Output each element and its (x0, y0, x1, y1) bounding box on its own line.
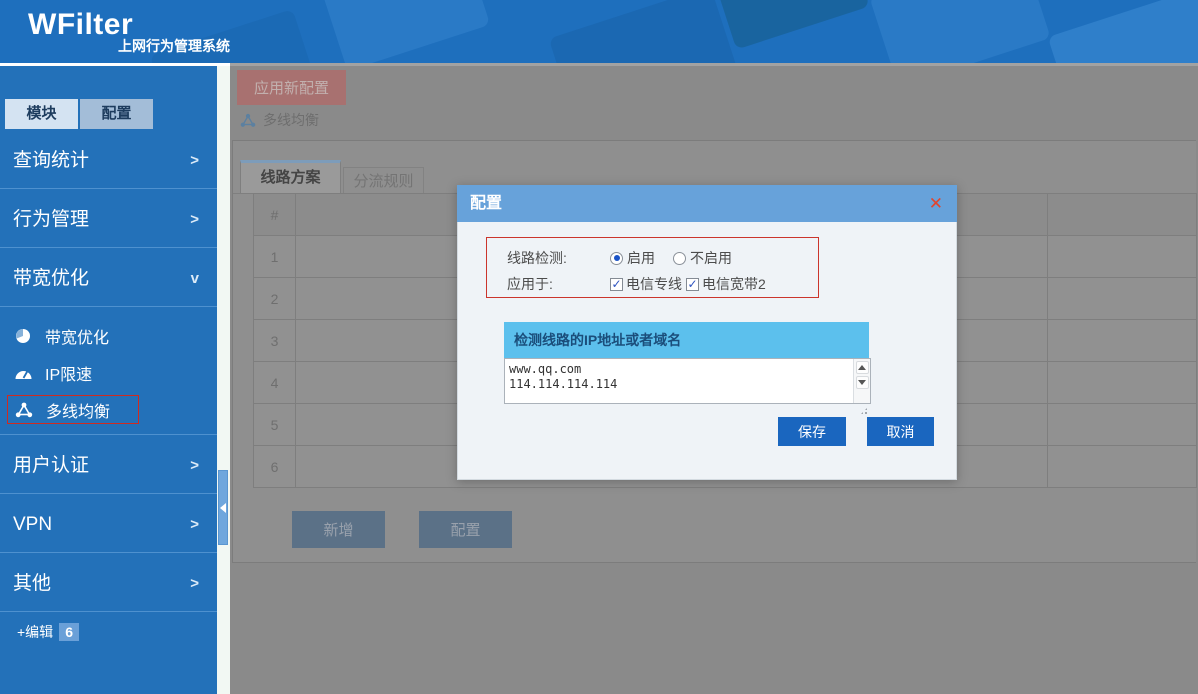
radio-enable[interactable] (610, 252, 623, 265)
dialog-title: 配置 (470, 195, 502, 212)
dialog-titlebar: 配置 ✕ (457, 185, 957, 222)
bandwidth-circle-icon (14, 327, 38, 345)
textarea-scrollbar[interactable] (853, 359, 870, 403)
config-dialog: 配置 ✕ 线路检测: 启用 不启用 应用于: ✓ 电信专线 ✓ 电信宽带2 检测… (457, 185, 957, 480)
collapse-arrow-icon (220, 503, 226, 513)
speedometer-icon (14, 364, 38, 382)
sidebar-item-behavior-mgmt[interactable]: 行为管理 > (0, 193, 217, 247)
ip-list-header: 检测线路的IP地址或者域名 (504, 322, 869, 358)
keyboard-decor (320, 0, 490, 63)
apply-to-label: 应用于: (507, 274, 610, 294)
sidebar-menu: 查询统计 > 行为管理 > 带宽优化 v 带宽优化 IP限速 (0, 134, 217, 616)
chevron-down-icon: v (191, 252, 199, 306)
sidebar: 模块 配置 查询统计 > 行为管理 > 带宽优化 v 带宽优化 (0, 66, 217, 694)
chevron-right-icon: > (190, 193, 199, 247)
multiline-network-icon (240, 113, 256, 128)
edit-count-badge: 6 (59, 623, 79, 641)
tab-line-plan[interactable]: 线路方案 (240, 160, 341, 194)
save-button[interactable]: 保存 (778, 417, 846, 446)
keyboard-decor (710, 0, 869, 50)
add-button[interactable]: 新增 (292, 511, 385, 548)
ip-list-value: www.qq.com 114.114.114.114 (505, 359, 853, 403)
radio-disable-label[interactable]: 不启用 (690, 248, 732, 268)
tab-modules[interactable]: 模块 (5, 99, 78, 129)
breadcrumb: 多线均衡 (240, 110, 319, 130)
radio-disable[interactable] (673, 252, 686, 265)
ip-list-textarea[interactable]: www.qq.com 114.114.114.114 (504, 358, 871, 404)
sidebar-item-others[interactable]: 其他 > (0, 557, 217, 611)
apply-to-row: 应用于: ✓ 电信专线 ✓ 电信宽带2 (507, 272, 818, 296)
scroll-up-icon[interactable] (856, 361, 869, 374)
submenu-item-ip-limit[interactable]: IP限速 (0, 354, 217, 391)
chevron-right-icon: > (190, 439, 199, 493)
sidebar-collapse-handle[interactable] (218, 470, 228, 545)
tab-config[interactable]: 配置 (80, 99, 153, 129)
sidebar-item-query-stats[interactable]: 查询统计 > (0, 134, 217, 188)
dialog-body: 线路检测: 启用 不启用 应用于: ✓ 电信专线 ✓ 电信宽带2 检测线路的IP… (457, 222, 957, 480)
app-header: WFilter 上网行为管理系统 (0, 0, 1198, 63)
scroll-down-icon[interactable] (856, 376, 869, 389)
sidebar-item-vpn[interactable]: VPN > (0, 498, 217, 552)
column-header-index: # (254, 194, 296, 236)
keyboard-decor (549, 0, 742, 63)
checkbox-telecom-broadband2[interactable]: ✓ (686, 278, 699, 291)
sidebar-item-bandwidth-opt[interactable]: 带宽优化 v (0, 252, 217, 306)
sidebar-gutter (217, 66, 230, 694)
line-detect-fieldset: 线路检测: 启用 不启用 应用于: ✓ 电信专线 ✓ 电信宽带2 (486, 237, 819, 298)
apply-new-config-button[interactable]: 应用新配置 (237, 70, 346, 105)
checkbox-telecom-broadband2-label[interactable]: 电信宽带2 (702, 274, 766, 294)
keyboard-decor (1048, 0, 1198, 63)
breadcrumb-label: 多线均衡 (263, 110, 319, 130)
cancel-button[interactable]: 取消 (867, 417, 934, 446)
bandwidth-submenu: 带宽优化 IP限速 多线均衡 (0, 311, 217, 434)
submenu-item-bandwidth-opt[interactable]: 带宽优化 (0, 317, 217, 354)
edit-link[interactable]: +编辑 6 (17, 622, 79, 642)
keyboard-decor (869, 0, 1051, 63)
panel-tabs: 线路方案 分流规则 (240, 160, 424, 194)
chevron-right-icon: > (190, 557, 199, 611)
sidebar-tabs: 模块 配置 (5, 99, 153, 129)
multiline-network-icon (15, 401, 39, 419)
tab-split-rules[interactable]: 分流规则 (343, 167, 424, 194)
menu-divider (0, 611, 217, 616)
close-icon[interactable]: ✕ (929, 185, 943, 222)
line-detect-row: 线路检测: 启用 不启用 (507, 246, 818, 270)
app-subtitle: 上网行为管理系统 (118, 36, 230, 56)
chevron-right-icon: > (190, 498, 199, 552)
configure-button[interactable]: 配置 (419, 511, 512, 548)
line-detect-label: 线路检测: (507, 248, 610, 268)
checkbox-telecom-line[interactable]: ✓ (610, 278, 623, 291)
chevron-right-icon: > (190, 134, 199, 188)
sidebar-item-user-auth[interactable]: 用户认证 > (0, 439, 217, 493)
checkbox-telecom-line-label[interactable]: 电信专线 (626, 274, 682, 294)
radio-enable-label[interactable]: 启用 (627, 248, 655, 268)
submenu-item-multiline-balance[interactable]: 多线均衡 (7, 395, 139, 424)
